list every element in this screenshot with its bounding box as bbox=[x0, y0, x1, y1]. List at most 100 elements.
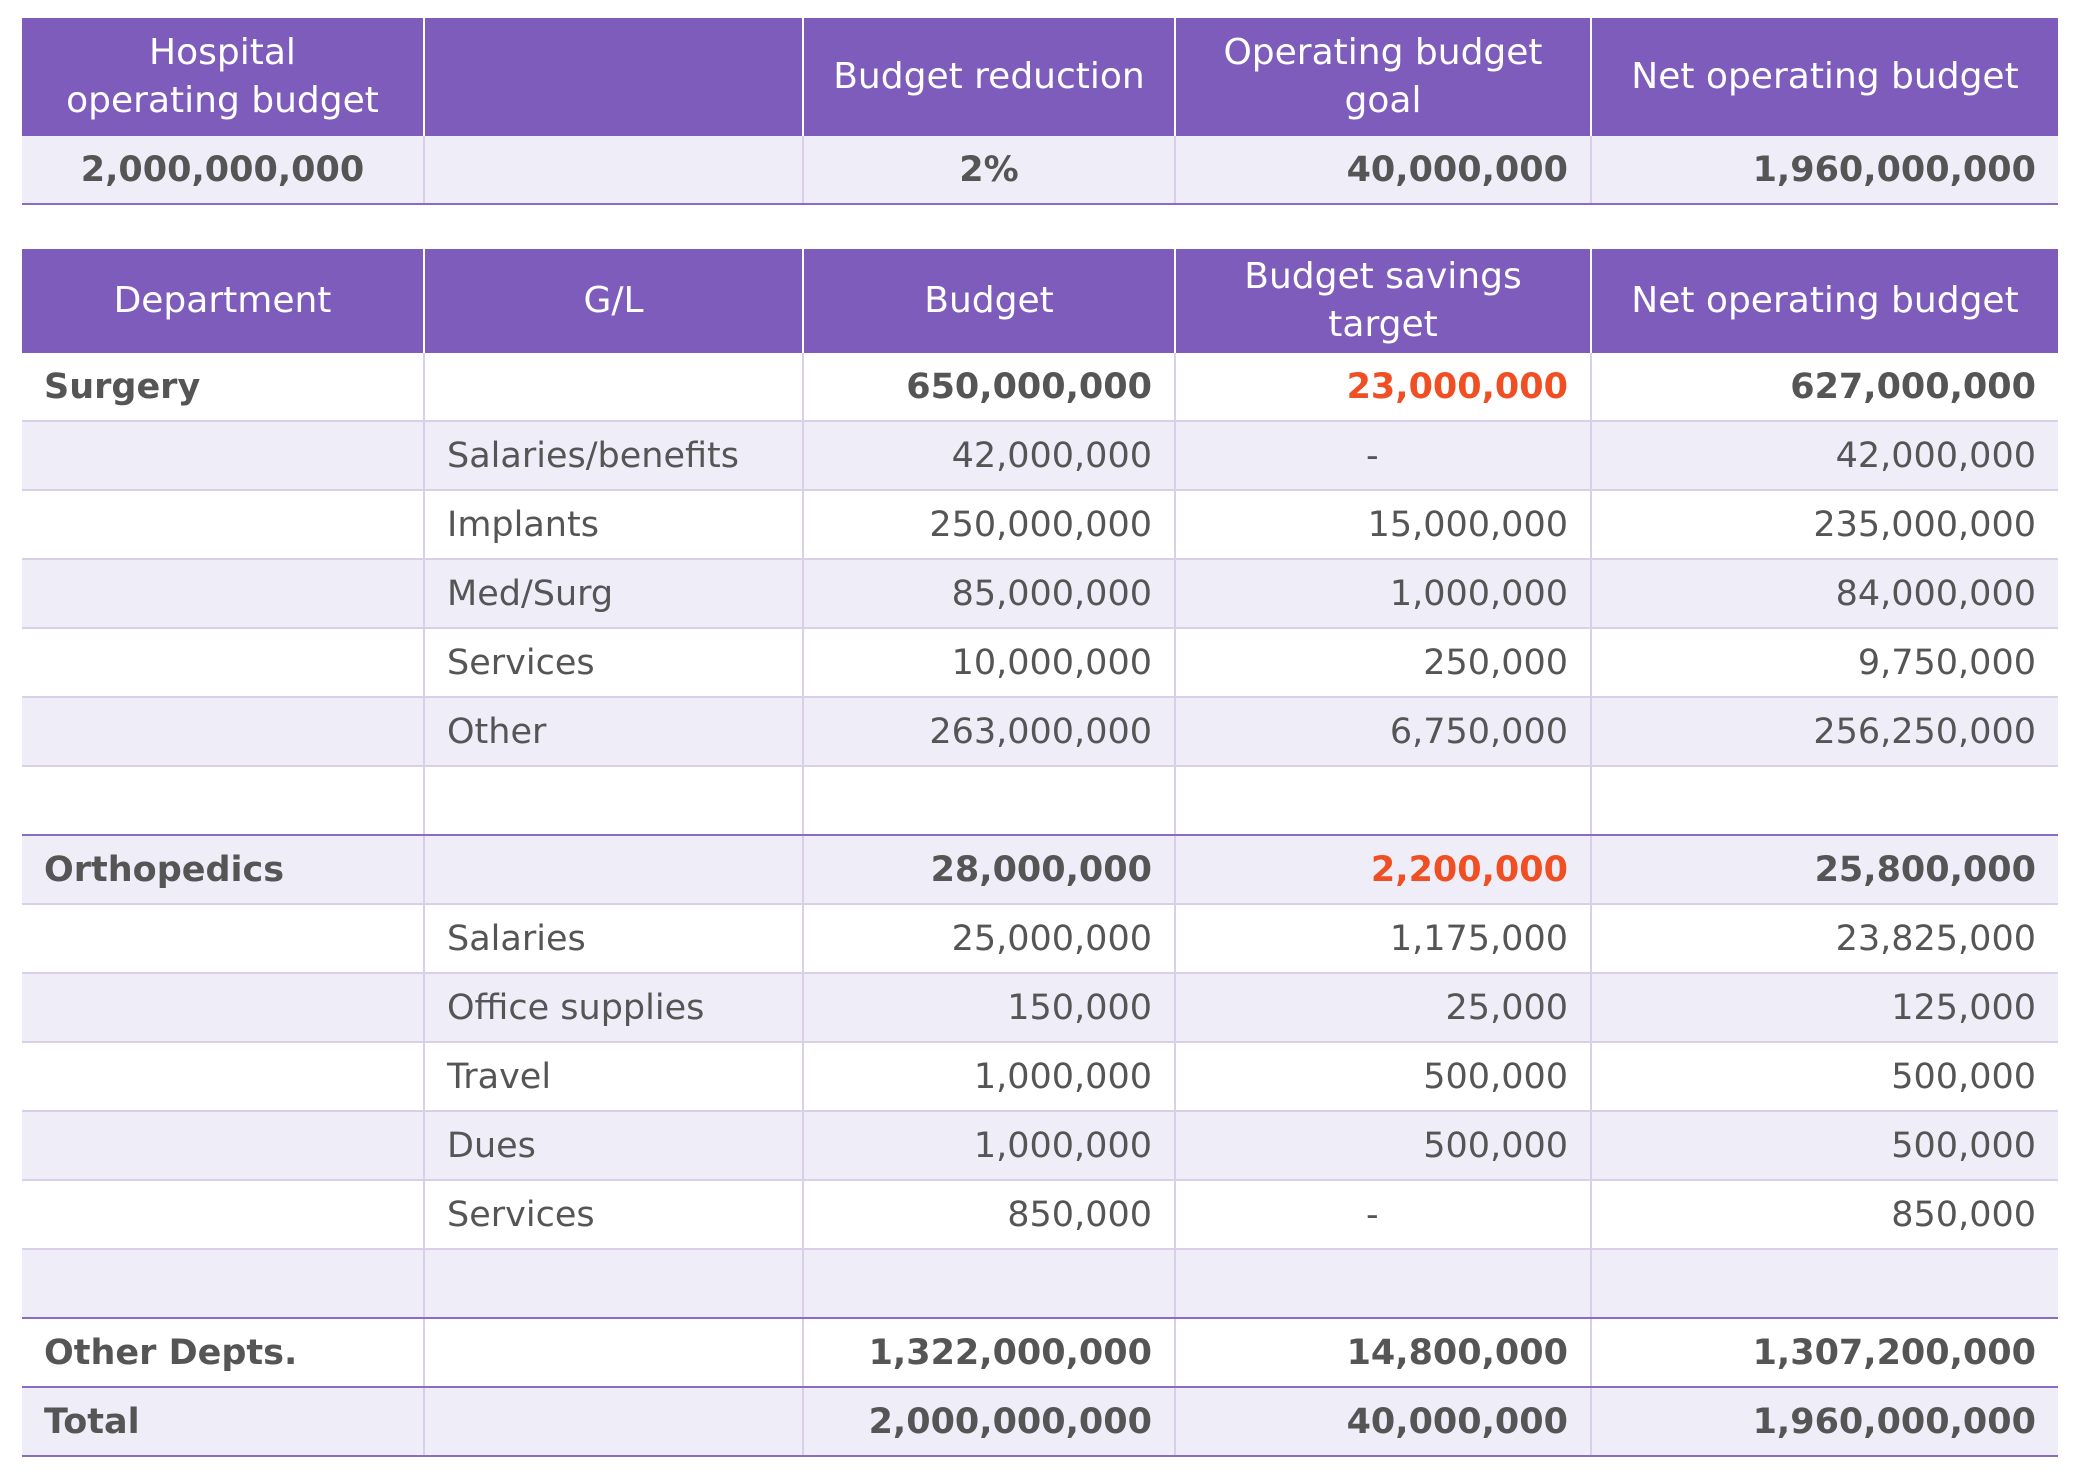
header-budget-savings-target: Budget savings target bbox=[1174, 249, 1591, 353]
gl-cell: Salaries bbox=[423, 904, 803, 974]
header-empty bbox=[423, 18, 803, 136]
gl-cell bbox=[423, 1249, 803, 1319]
table-row: Surgery 650,000,000 23,000,000 627,000,000 bbox=[22, 353, 2058, 422]
table-row: Salaries/benefits 42,000,000-42,000,000 bbox=[22, 421, 2058, 491]
net-budget-cell: 235,000,000 bbox=[1590, 490, 2058, 560]
table-row: Office supplies 150,000 25,000 125,000 bbox=[22, 973, 2058, 1043]
table-row: Total 2,000,000,000 40,000,000 1,960,000,00… bbox=[22, 1387, 2058, 1457]
department-cell bbox=[22, 697, 424, 767]
value-hospital-operating-budget: 2,000,000,000 bbox=[22, 136, 424, 205]
gl-cell: Med/Surg bbox=[423, 559, 803, 629]
table-row: Services 10,000,000 250,000 9,750,000 bbox=[22, 628, 2058, 698]
department-header-row: Department G/L Budget Budget savings tar… bbox=[22, 249, 2058, 353]
gl-cell: Implants bbox=[423, 490, 803, 560]
header-gl: G/L bbox=[423, 249, 803, 353]
gl-cell: Services bbox=[423, 628, 803, 698]
budget-tables: Hospital operating budget Budget reducti… bbox=[22, 18, 2058, 1457]
gl-cell bbox=[423, 1387, 803, 1457]
net-budget-cell: 125,000 bbox=[1590, 973, 2058, 1043]
net-budget-cell: 9,750,000 bbox=[1590, 628, 2058, 698]
savings-target-cell: 25,000 bbox=[1174, 973, 1591, 1043]
net-budget-cell bbox=[1590, 766, 2058, 836]
net-budget-cell: 84,000,000 bbox=[1590, 559, 2058, 629]
department-cell bbox=[22, 559, 424, 629]
value-net-operating-budget: 1,960,000,000 bbox=[1590, 136, 2058, 205]
budget-cell: 263,000,000 bbox=[802, 697, 1175, 767]
summary-value-row: 2,000,000,000 2% 40,000,000 1,960,000,00… bbox=[22, 136, 2058, 205]
savings-target-cell bbox=[1174, 766, 1591, 836]
department-cell bbox=[22, 1249, 424, 1319]
savings-target-cell: - bbox=[1174, 1180, 1591, 1250]
net-budget-cell bbox=[1590, 1249, 2058, 1319]
department-cell bbox=[22, 973, 424, 1043]
net-budget-cell: 850,000 bbox=[1590, 1180, 2058, 1250]
savings-target-cell: 2,200,000 bbox=[1174, 835, 1591, 905]
savings-target-cell: 40,000,000 bbox=[1174, 1387, 1591, 1457]
savings-target-cell: - bbox=[1174, 421, 1591, 491]
department-cell bbox=[22, 421, 424, 491]
header-net-operating-budget: Net operating budget bbox=[1590, 18, 2058, 136]
header-budget-reduction: Budget reduction bbox=[802, 18, 1175, 136]
table-row: Travel 1,000,000 500,000 500,000 bbox=[22, 1042, 2058, 1112]
table-row: Med/Surg 85,000,000 1,000,000 84,000,000 bbox=[22, 559, 2058, 629]
gl-cell bbox=[423, 353, 803, 422]
department-cell bbox=[22, 1111, 424, 1181]
budget-cell: 150,000 bbox=[802, 973, 1175, 1043]
table-row: Other 263,000,000 6,750,000 256,250,000 bbox=[22, 697, 2058, 767]
net-budget-cell: 256,250,000 bbox=[1590, 697, 2058, 767]
budget-cell: 1,322,000,000 bbox=[802, 1318, 1175, 1388]
net-budget-cell: 500,000 bbox=[1590, 1042, 2058, 1112]
department-cell: Orthopedics bbox=[22, 835, 424, 905]
table-row: Dues 1,000,000 500,000 500,000 bbox=[22, 1111, 2058, 1181]
department-cell bbox=[22, 766, 424, 836]
summary-table: Hospital operating budget Budget reducti… bbox=[22, 18, 2058, 205]
department-cell bbox=[22, 1180, 424, 1250]
table-row: Orthopedics 28,000,000 2,200,000 25,800,000 bbox=[22, 835, 2058, 905]
budget-cell: 250,000,000 bbox=[802, 490, 1175, 560]
department-table: Department G/L Budget Budget savings tar… bbox=[22, 249, 2058, 1457]
department-cell: Other Depts. bbox=[22, 1318, 424, 1388]
summary-header-row: Hospital operating budget Budget reducti… bbox=[22, 18, 2058, 136]
budget-cell: 10,000,000 bbox=[802, 628, 1175, 698]
gl-cell: Dues bbox=[423, 1111, 803, 1181]
budget-cell: 1,000,000 bbox=[802, 1042, 1175, 1112]
gl-cell: Services bbox=[423, 1180, 803, 1250]
gl-cell: Office supplies bbox=[423, 973, 803, 1043]
net-budget-cell: 627,000,000 bbox=[1590, 353, 2058, 422]
budget-cell bbox=[802, 1249, 1175, 1319]
savings-target-cell: 1,175,000 bbox=[1174, 904, 1591, 974]
header-budget: Budget bbox=[802, 249, 1175, 353]
budget-cell: 1,000,000 bbox=[802, 1111, 1175, 1181]
table-row: Other Depts. 1,322,000,000 14,800,000 1,307… bbox=[22, 1318, 2058, 1388]
savings-target-cell: 15,000,000 bbox=[1174, 490, 1591, 560]
department-cell: Surgery bbox=[22, 353, 424, 422]
header-hospital-operating-budget: Hospital operating budget bbox=[22, 18, 424, 136]
header-operating-budget-goal: Operating budget goal bbox=[1174, 18, 1591, 136]
gl-cell: Travel bbox=[423, 1042, 803, 1112]
savings-target-cell: 14,800,000 bbox=[1174, 1318, 1591, 1388]
savings-target-cell: 23,000,000 bbox=[1174, 353, 1591, 422]
savings-target-cell: 500,000 bbox=[1174, 1111, 1591, 1181]
table-row: Services 850,000-850,000 bbox=[22, 1180, 2058, 1250]
header-department: Department bbox=[22, 249, 424, 353]
table-row bbox=[22, 1249, 2058, 1319]
budget-cell: 85,000,000 bbox=[802, 559, 1175, 629]
net-budget-cell: 1,307,200,000 bbox=[1590, 1318, 2058, 1388]
savings-target-cell: 6,750,000 bbox=[1174, 697, 1591, 767]
gl-cell bbox=[423, 835, 803, 905]
savings-target-cell: 1,000,000 bbox=[1174, 559, 1591, 629]
gl-cell bbox=[423, 1318, 803, 1388]
net-budget-cell: 25,800,000 bbox=[1590, 835, 2058, 905]
department-cell bbox=[22, 1042, 424, 1112]
budget-cell bbox=[802, 766, 1175, 836]
savings-target-cell bbox=[1174, 1249, 1591, 1319]
department-cell: Total bbox=[22, 1387, 424, 1457]
value-budget-reduction: 2% bbox=[802, 136, 1175, 205]
department-cell bbox=[22, 628, 424, 698]
gl-cell: Salaries/benefits bbox=[423, 421, 803, 491]
net-budget-cell: 42,000,000 bbox=[1590, 421, 2058, 491]
budget-cell: 25,000,000 bbox=[802, 904, 1175, 974]
department-cell bbox=[22, 904, 424, 974]
value-operating-budget-goal: 40,000,000 bbox=[1174, 136, 1591, 205]
department-cell bbox=[22, 490, 424, 560]
